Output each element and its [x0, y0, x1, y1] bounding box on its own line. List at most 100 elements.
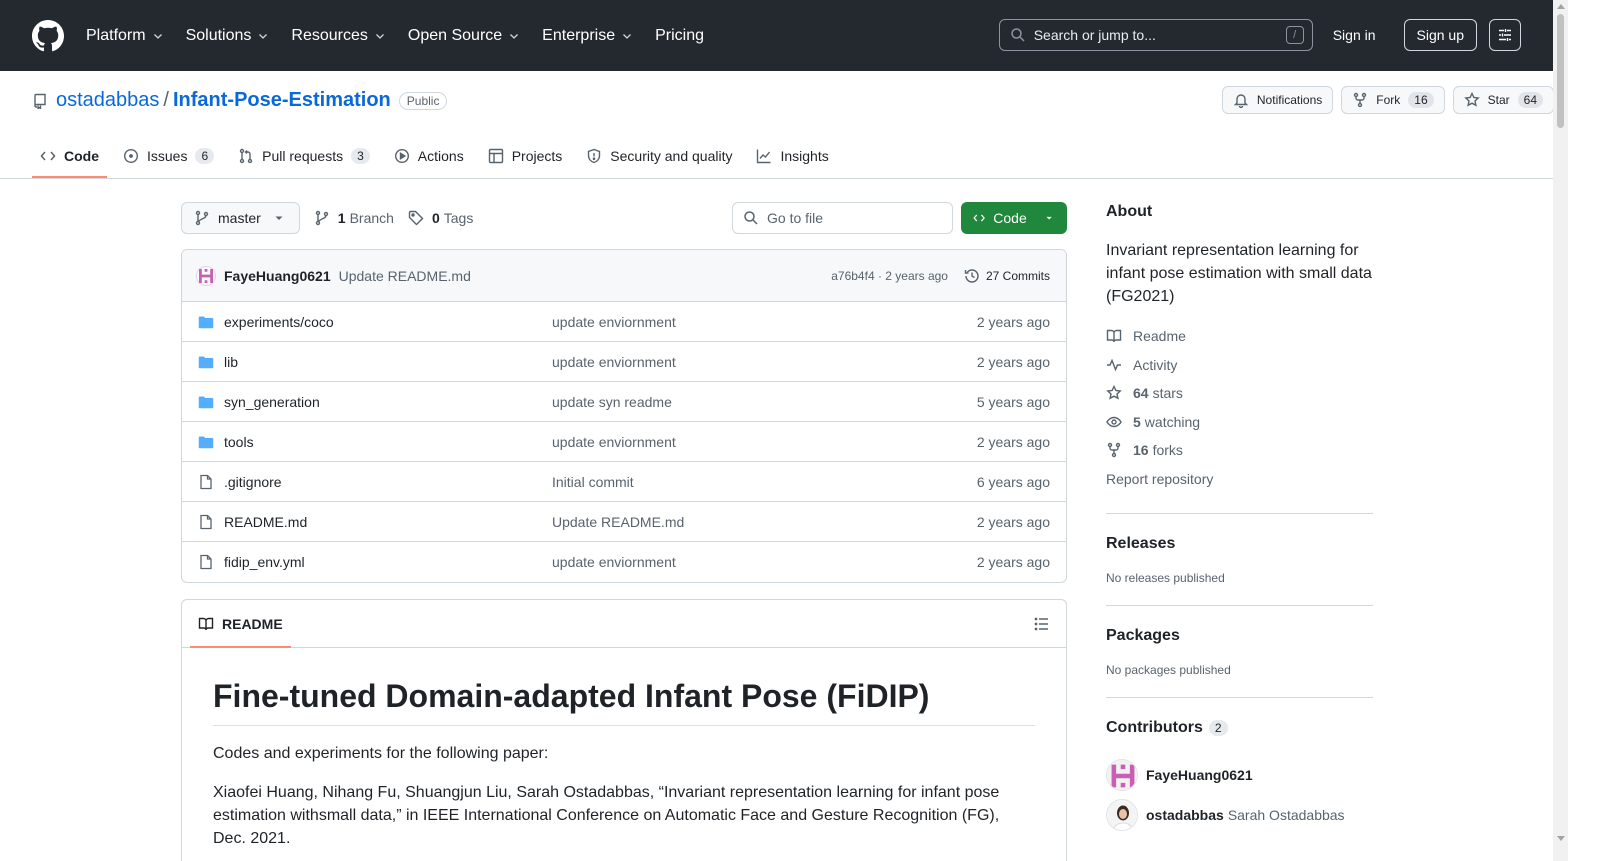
nav-resources[interactable]: Resources — [291, 27, 385, 45]
contributor-item[interactable]: FayeHuang0621 — [1106, 755, 1373, 795]
notifications-button[interactable]: Notifications — [1221, 86, 1334, 114]
file-commit-message-link[interactable]: update syn readme — [552, 394, 672, 410]
branches-link[interactable]: 1 Branch — [314, 210, 394, 226]
star-button[interactable]: Star 64 — [1452, 86, 1554, 114]
nav-open-source[interactable]: Open Source — [408, 27, 520, 45]
file-icon — [200, 554, 212, 570]
table-row[interactable]: syn_generation update syn readme 5 years a… — [182, 382, 1066, 422]
tab-issues[interactable]: Issues 6 — [115, 137, 222, 175]
pull-request-icon — [239, 148, 253, 164]
file-commit-time: 2 years ago — [976, 353, 1050, 370]
file-commit-message-link[interactable]: update enviornment — [552, 554, 676, 570]
notifications-label: Notifications — [1256, 93, 1323, 107]
page-scrollbar[interactable] — [1553, 0, 1568, 861]
avatar[interactable] — [1106, 799, 1138, 831]
chevron-down-icon — [375, 33, 384, 39]
tab-insights[interactable]: Insights — [748, 137, 836, 175]
commit-author-link[interactable]: FayeHuang0621 — [224, 268, 331, 284]
contributors-heading[interactable]: Contributors 2 — [1106, 719, 1373, 737]
identicon-icon — [199, 268, 213, 283]
tab-actions[interactable]: Actions — [386, 137, 472, 175]
nav-enterprise[interactable]: Enterprise — [542, 27, 633, 45]
forks-link[interactable]: 16 forks — [1106, 436, 1373, 465]
report-repository-link[interactable]: Report repository — [1106, 465, 1373, 494]
packages-empty-note: No packages published — [1106, 663, 1231, 677]
code-dropdown-button[interactable]: Code — [961, 202, 1067, 234]
stars-label: stars — [1152, 385, 1183, 402]
file-name-link[interactable]: tools — [224, 434, 552, 450]
table-row[interactable]: fidip_env.yml update enviornment 2 years a… — [182, 542, 1066, 582]
sign-up-button[interactable]: Sign up — [1403, 19, 1477, 51]
table-row[interactable]: lib update enviornment 2 years ago — [182, 342, 1066, 382]
nav-platform[interactable]: Platform — [86, 27, 164, 45]
readme-link[interactable]: Readme — [1106, 322, 1373, 351]
github-logo-icon[interactable] — [32, 19, 64, 52]
fork-button[interactable]: Fork 16 — [1341, 86, 1445, 114]
scroll-down-arrow-icon[interactable] — [1557, 836, 1565, 841]
person-photo-icon — [1107, 800, 1137, 830]
file-commit-message-link[interactable]: Update README.md — [552, 514, 684, 530]
search-icon — [1010, 28, 1025, 42]
table-row[interactable]: README.md Update README.md 2 years ago — [182, 502, 1066, 542]
file-commit-message-link[interactable]: update enviornment — [552, 354, 676, 370]
nav-pricing[interactable]: Pricing — [655, 27, 704, 45]
table-row[interactable]: .gitignore Initial commit 6 years ago — [182, 462, 1066, 502]
file-name-link[interactable]: experiments/coco — [224, 314, 552, 330]
packages-heading[interactable]: Packages — [1106, 627, 1373, 645]
file-commit-message-link[interactable]: update enviornment — [552, 434, 676, 450]
file-name-link[interactable]: README.md — [224, 514, 552, 530]
star-count: 64 — [1517, 92, 1543, 108]
table-row[interactable]: experiments/coco update enviornment 2 year… — [182, 302, 1066, 342]
repo-actions: Notifications Fork 16 Star 64 — [1214, 86, 1554, 114]
branch-name: master — [218, 210, 261, 226]
table-row[interactable]: tools update enviornment 2 years ago — [182, 422, 1066, 462]
global-header: Platform Solutions Resources Open Source… — [0, 0, 1553, 71]
file-name-link[interactable]: .gitignore — [224, 474, 552, 490]
scrollbar-thumb[interactable] — [1557, 14, 1564, 128]
book-icon — [1106, 330, 1122, 343]
file-name-link[interactable]: syn_generation — [224, 394, 552, 410]
search-input[interactable]: Search or jump to... / — [998, 19, 1313, 51]
branch-selector[interactable]: master — [181, 202, 300, 234]
repo-name-link[interactable]: Infant-Pose-Estimation — [173, 89, 391, 112]
stars-link[interactable]: 64 stars — [1106, 379, 1373, 408]
nav-solutions[interactable]: Solutions — [186, 27, 270, 45]
fork-icon — [1107, 443, 1121, 458]
tab-security[interactable]: Security and quality — [578, 137, 740, 175]
tab-projects[interactable]: Projects — [480, 137, 571, 175]
activity-link[interactable]: Activity — [1106, 351, 1373, 380]
tab-pull-requests[interactable]: Pull requests 3 — [230, 137, 378, 175]
readme-tab[interactable]: README — [190, 600, 291, 648]
tab-security-label: Security and quality — [610, 148, 733, 164]
scroll-up-arrow-icon[interactable] — [1557, 4, 1565, 9]
commits-history-link[interactable]: 27 Commits — [964, 268, 1050, 284]
commit-message-link[interactable]: Update README.md — [339, 268, 471, 284]
commit-hash-time[interactable]: a76b4f4 · 2 years ago — [831, 269, 948, 283]
tab-code[interactable]: Code — [32, 137, 107, 178]
go-to-file-input[interactable]: Go to file — [732, 202, 953, 234]
avatar[interactable] — [196, 265, 216, 286]
tags-link[interactable]: 0 Tags — [408, 210, 473, 226]
contributor-login: ostadabbas — [1146, 807, 1224, 823]
watchers-link[interactable]: 5 watching — [1106, 408, 1373, 437]
file-commit-message-link[interactable]: update enviornment — [552, 314, 676, 330]
bell-icon — [1233, 94, 1249, 108]
avatar[interactable] — [1106, 759, 1138, 791]
repo-owner-link[interactable]: ostadabbas — [56, 89, 159, 112]
releases-heading[interactable]: Releases — [1106, 535, 1373, 553]
nav-resources-label: Resources — [291, 26, 368, 44]
repo-sidebar: About Invariant representation learning … — [1106, 203, 1373, 835]
outline-list-icon[interactable] — [1034, 616, 1050, 632]
nav-solutions-label: Solutions — [185, 26, 252, 44]
tabs-divider — [0, 178, 1553, 179]
file-commit-message-link[interactable]: Initial commit — [552, 474, 634, 490]
contributors-title: Contributors — [1106, 719, 1203, 736]
contributor-item[interactable]: ostadabbas Sarah Ostadabbas — [1106, 795, 1373, 835]
sign-in-link[interactable]: Sign in — [1329, 27, 1380, 43]
file-name-link[interactable]: fidip_env.yml — [224, 554, 552, 570]
caret-down-icon — [275, 216, 283, 220]
appearance-settings-button[interactable] — [1489, 19, 1521, 51]
file-icon — [200, 514, 212, 529]
tab-issues-label: Issues — [147, 148, 188, 164]
file-name-link[interactable]: lib — [224, 354, 552, 370]
